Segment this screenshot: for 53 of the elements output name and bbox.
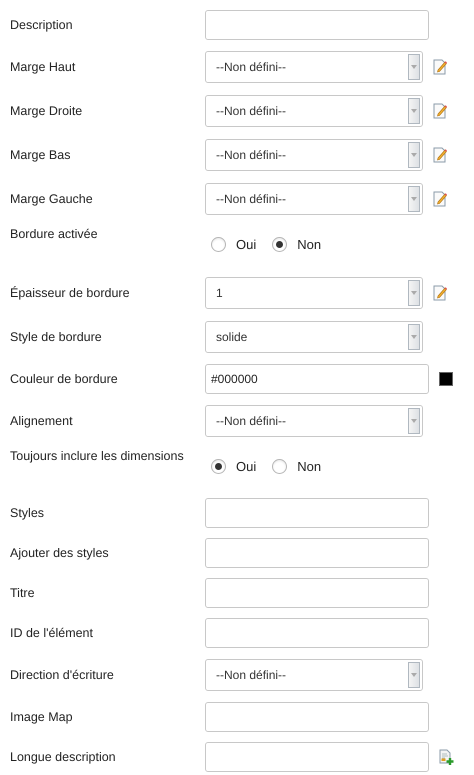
field-label: Direction d'écriture bbox=[9, 666, 115, 684]
radio-option[interactable]: Oui bbox=[211, 457, 256, 476]
caret-icon bbox=[411, 335, 417, 339]
pencil-note-icon[interactable] bbox=[433, 147, 447, 163]
caret-icon bbox=[411, 291, 417, 295]
field-label: ID de l'élément bbox=[9, 624, 94, 642]
field-label: Style de bordure bbox=[9, 328, 103, 346]
radio-option[interactable]: Non bbox=[272, 235, 322, 254]
text-field[interactable] bbox=[205, 702, 429, 732]
field-label: Bordure activée bbox=[9, 226, 99, 243]
select-field[interactable]: --Non défini-- bbox=[205, 139, 423, 171]
color-field[interactable]: #000000 bbox=[205, 364, 429, 394]
pencil-note-icon[interactable] bbox=[433, 59, 447, 75]
field-label: Marge Droite bbox=[9, 102, 84, 120]
select-field[interactable]: solide bbox=[205, 321, 423, 353]
caret-icon bbox=[411, 153, 417, 157]
radio-option[interactable]: Oui bbox=[211, 235, 256, 254]
pencil-note-icon[interactable] bbox=[433, 191, 447, 207]
field-label: Styles bbox=[9, 504, 46, 522]
select-field[interactable]: --Non défini-- bbox=[205, 51, 423, 83]
field-label: Marge Bas bbox=[9, 146, 72, 164]
text-field[interactable] bbox=[205, 618, 429, 648]
radio-option[interactable]: Non bbox=[272, 457, 322, 476]
select-field[interactable]: --Non défini-- bbox=[205, 659, 423, 691]
caret-icon bbox=[411, 197, 417, 201]
field-label: Ajouter des styles bbox=[9, 544, 110, 562]
caret-icon bbox=[411, 109, 417, 113]
pencil-note-icon[interactable] bbox=[433, 285, 447, 301]
field-label: Titre bbox=[9, 584, 36, 602]
field-label: Marge Haut bbox=[9, 58, 76, 76]
text-field[interactable] bbox=[205, 742, 429, 772]
caret-icon bbox=[411, 673, 417, 677]
field-label: Description bbox=[9, 16, 74, 34]
field-label: Image Map bbox=[9, 708, 74, 726]
text-field[interactable] bbox=[205, 10, 429, 40]
caret-icon bbox=[411, 419, 417, 423]
field-label: Marge Gauche bbox=[9, 190, 94, 208]
field-label: Épaisseur de bordure bbox=[9, 284, 131, 302]
document-add-icon[interactable] bbox=[439, 748, 455, 766]
pencil-note-icon[interactable] bbox=[433, 103, 447, 119]
caret-icon bbox=[411, 65, 417, 69]
field-label: Longue description bbox=[9, 748, 117, 766]
text-field[interactable] bbox=[205, 498, 429, 528]
select-field[interactable]: --Non défini-- bbox=[205, 183, 423, 215]
color-swatch[interactable] bbox=[439, 372, 453, 386]
field-label: Toujours inclure les dimensions bbox=[9, 448, 185, 465]
field-label: Couleur de bordure bbox=[9, 370, 119, 388]
text-field[interactable] bbox=[205, 578, 429, 608]
field-label: Alignement bbox=[9, 412, 74, 430]
select-field[interactable]: --Non défini-- bbox=[205, 405, 423, 437]
text-field[interactable] bbox=[205, 538, 429, 568]
select-field[interactable]: --Non défini-- bbox=[205, 95, 423, 127]
select-field[interactable]: 1 bbox=[205, 277, 423, 309]
